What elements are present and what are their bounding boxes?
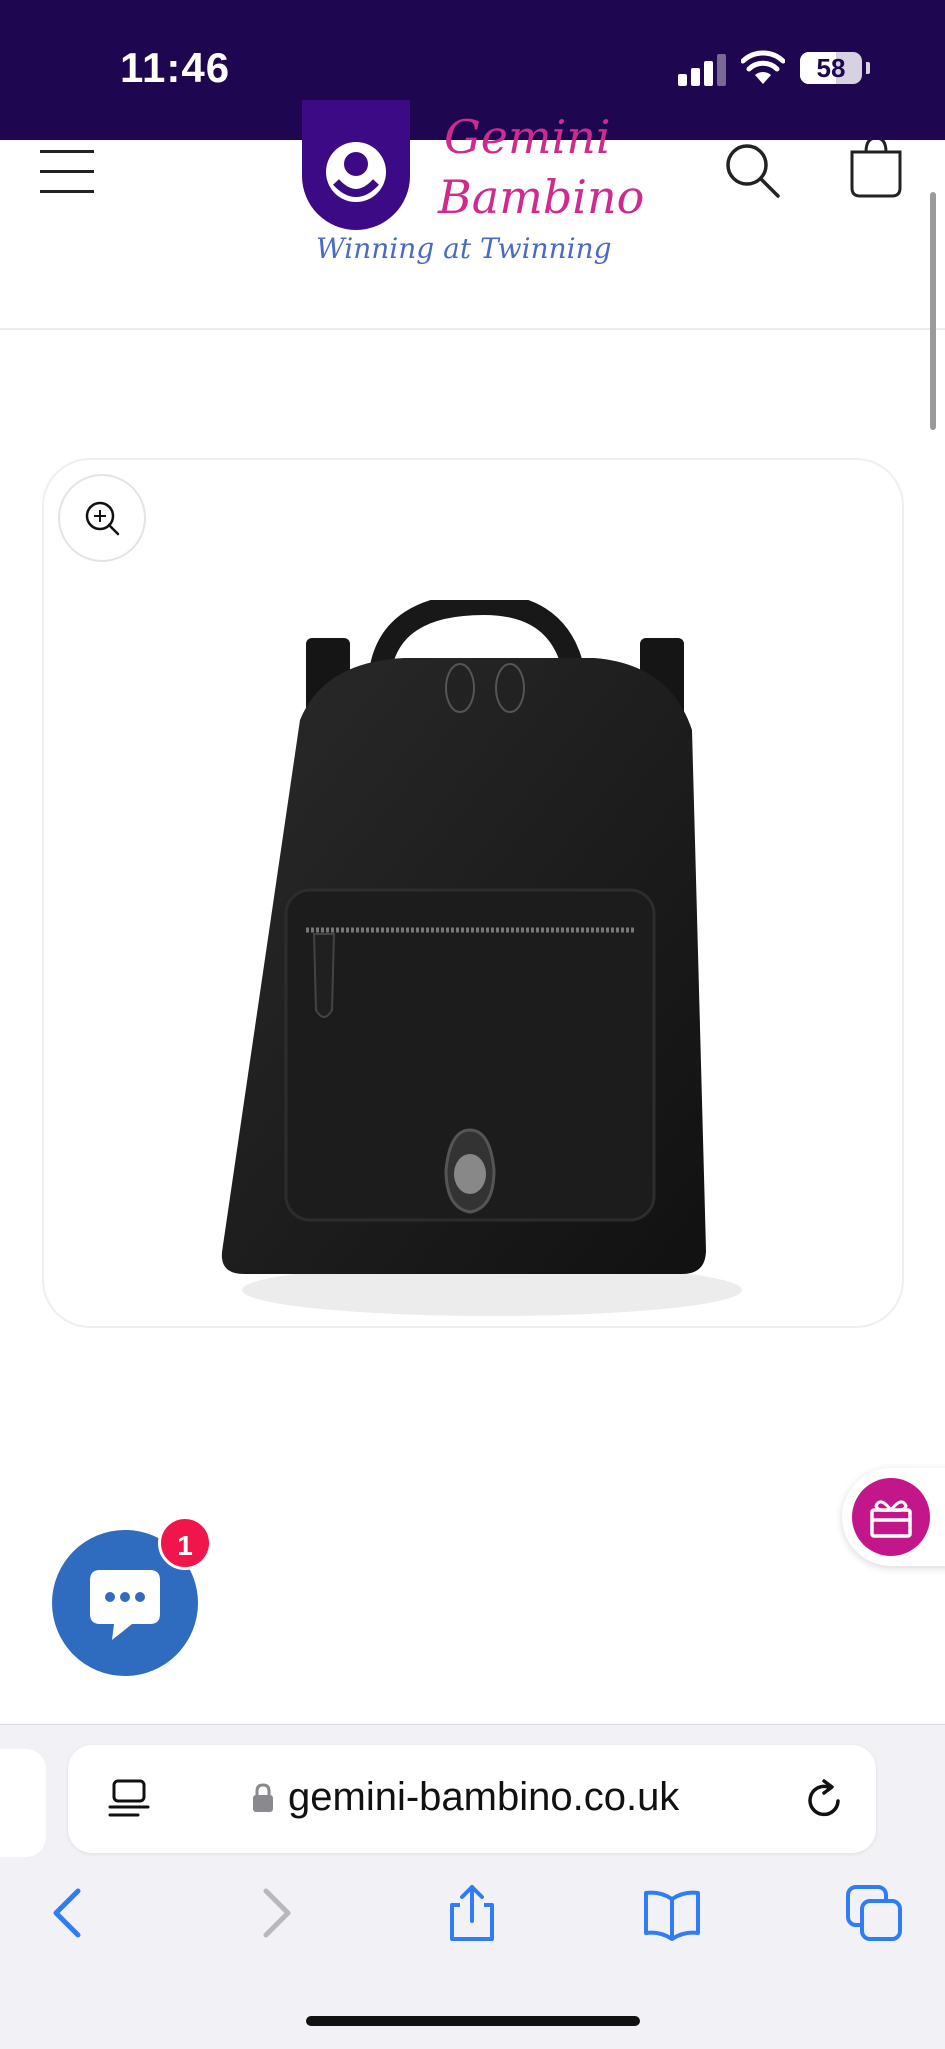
site-logo[interactable]: Gemini Bambino Winning at Twinning	[296, 100, 646, 280]
logo-tagline: Winning at Twinning	[316, 232, 612, 265]
logo-emblem	[302, 100, 410, 230]
gift-icon	[870, 1500, 912, 1538]
back-icon[interactable]	[40, 1883, 100, 1943]
address-bar[interactable]: gemini-bambino.co.uk	[68, 1745, 876, 1853]
home-indicator[interactable]	[306, 2016, 640, 2026]
battery-nub	[866, 62, 870, 74]
logo-name-line2: Bambino	[438, 170, 645, 224]
share-icon[interactable]	[442, 1883, 502, 1943]
product-image-card[interactable]	[42, 458, 904, 1328]
status-time: 11:46	[120, 44, 231, 91]
bookmarks-icon[interactable]	[642, 1883, 702, 1943]
chat-unread-badge: 1	[158, 1516, 212, 1570]
product-image-backpack	[221, 600, 742, 1316]
tabs-icon[interactable]	[844, 1883, 904, 1943]
previous-tab-preview[interactable]	[0, 1749, 46, 1857]
site-header: Gemini Bambino Winning at Twinning	[0, 100, 945, 330]
page-scrollbar[interactable]	[930, 192, 936, 430]
zoom-in-icon	[85, 501, 120, 536]
wifi-icon	[741, 50, 785, 84]
lock-icon	[253, 1783, 273, 1812]
cellular-signal-icon	[678, 52, 728, 86]
menu-icon[interactable]	[40, 144, 96, 196]
browser-bottom-bar: gemini-bambino.co.uk	[0, 1724, 945, 2049]
reload-icon[interactable]	[802, 1777, 848, 1823]
battery-icon: 58	[800, 52, 862, 84]
search-icon[interactable]	[722, 140, 782, 200]
logo-name-line1: Gemini	[444, 110, 611, 164]
page-menu-icon[interactable]	[108, 1777, 152, 1821]
cart-icon[interactable]	[846, 140, 906, 200]
url-text[interactable]: gemini-bambino.co.uk	[288, 1775, 679, 1820]
zoom-button[interactable]	[58, 474, 146, 562]
forward-icon[interactable]	[244, 1883, 304, 1943]
rewards-button[interactable]	[852, 1478, 930, 1556]
battery-percent: 58	[816, 53, 846, 83]
rewards-tab[interactable]	[842, 1468, 945, 1566]
